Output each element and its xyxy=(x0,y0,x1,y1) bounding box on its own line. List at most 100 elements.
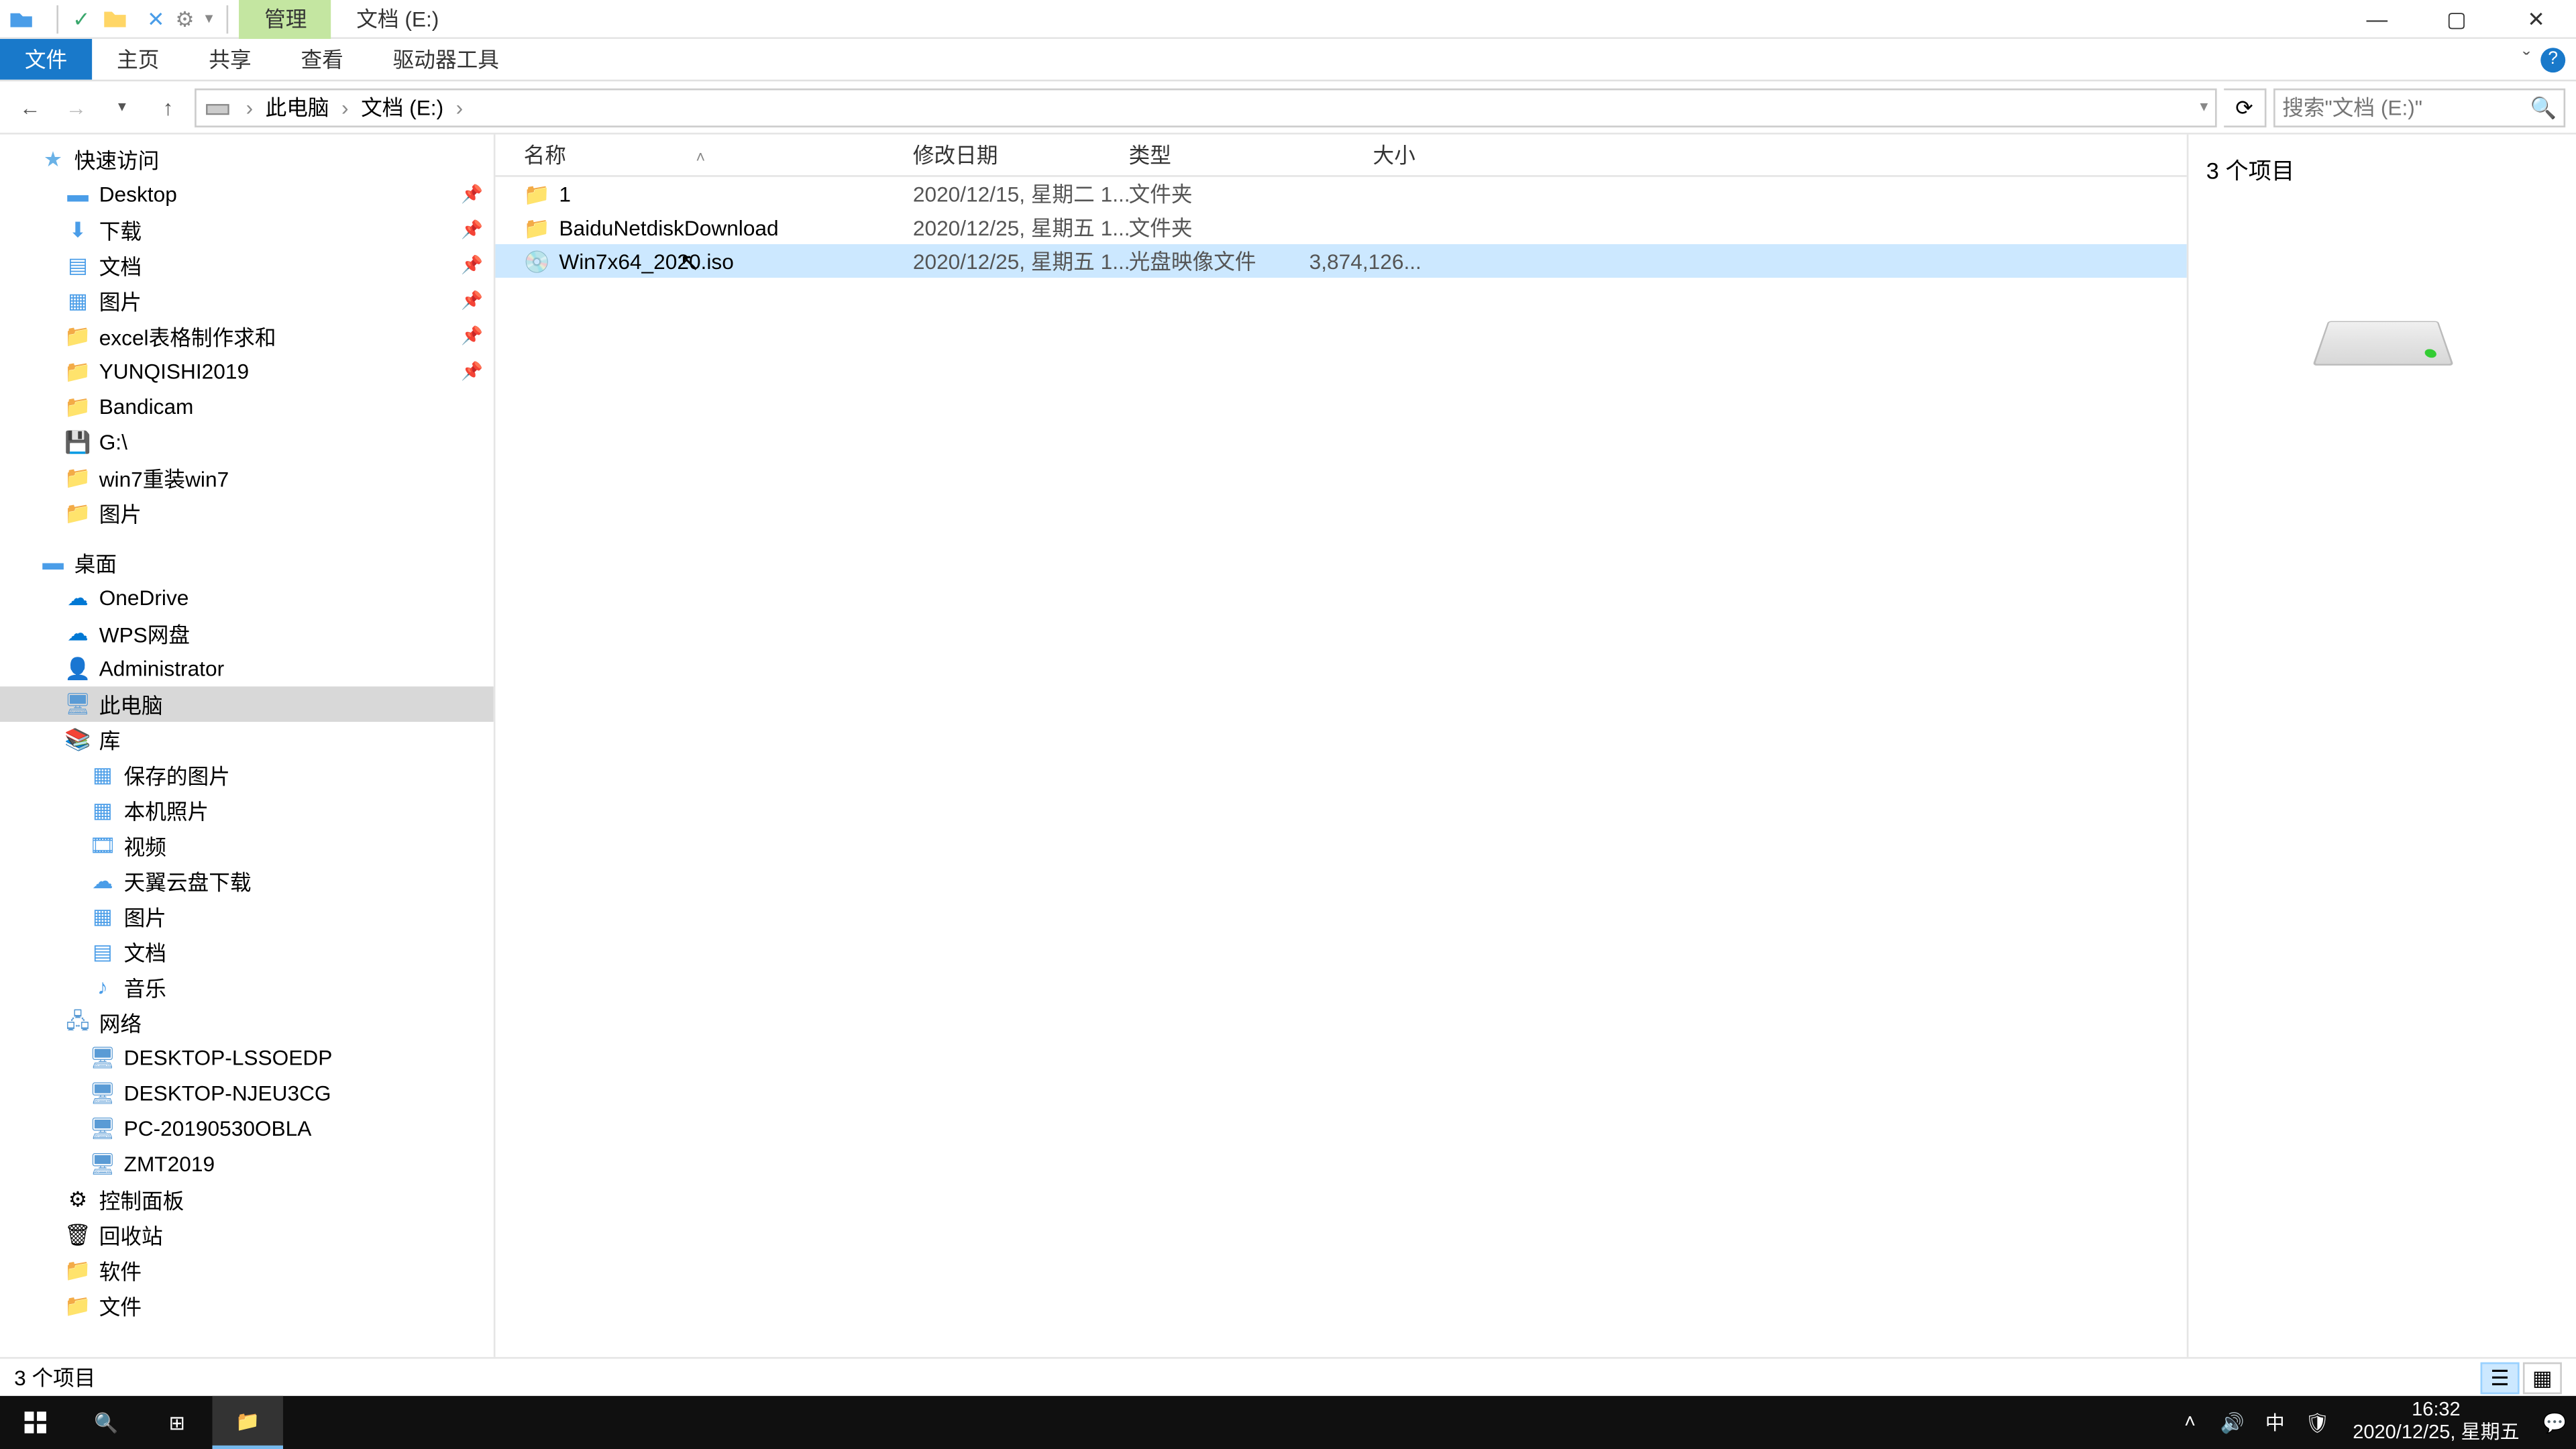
task-view-button[interactable]: ⊞ xyxy=(142,1396,212,1449)
file-rows[interactable]: 📁12020/12/15, 星期二 1...文件夹📁BaiduNetdiskDo… xyxy=(495,177,2186,1357)
nav-desktop2[interactable]: ▬桌面 xyxy=(0,545,494,580)
nav-camera-roll[interactable]: ▦本机照片 xyxy=(0,793,494,828)
picture-icon: ▦ xyxy=(89,761,117,789)
nav-recycle[interactable]: 🗑回收站 xyxy=(0,1218,494,1253)
nav-pictures2[interactable]: 📁图片 xyxy=(0,495,494,531)
nav-excel[interactable]: 📁excel表格制作求和📌 xyxy=(0,319,494,354)
video-icon: 🎞 xyxy=(89,832,117,860)
view-details-button[interactable]: ☰ xyxy=(2481,1361,2520,1393)
nav-files[interactable]: 📁文件 xyxy=(0,1288,494,1324)
nav-thispc[interactable]: 🖥此电脑 xyxy=(0,686,494,722)
nav-tianyi[interactable]: ☁天翼云盘下载 xyxy=(0,863,494,899)
control-panel-icon: ⚙ xyxy=(64,1185,92,1214)
nav-desktop[interactable]: ▬Desktop📌 xyxy=(0,177,494,213)
nav-gdrive[interactable]: 💾G:\ xyxy=(0,425,494,460)
star-icon: ★ xyxy=(39,145,67,173)
file-row[interactable]: 📁BaiduNetdiskDownload2020/12/25, 星期五 1..… xyxy=(495,211,2186,244)
nav-pc2[interactable]: 🖥DESKTOP-NJEU3CG xyxy=(0,1076,494,1112)
nav-win7[interactable]: 📁win7重装win7 xyxy=(0,460,494,496)
crumb-thispc[interactable]: 此电脑 xyxy=(260,89,335,125)
nav-saved-pics[interactable]: ▦保存的图片 xyxy=(0,757,494,793)
help-icon[interactable]: ? xyxy=(2540,47,2565,72)
column-date[interactable]: 修改日期 xyxy=(913,140,1129,170)
up-button[interactable]: ↑ xyxy=(149,88,188,127)
tab-drive-tools[interactable]: 驱动器工具 xyxy=(368,39,524,80)
ime-icon[interactable]: 中 xyxy=(2254,1396,2296,1449)
security-icon[interactable]: 🛡 xyxy=(2296,1396,2339,1449)
address-dropdown-icon[interactable]: ▾ xyxy=(2200,97,2208,117)
minimize-button[interactable]: — xyxy=(2337,0,2417,38)
folder-icon: 📁 xyxy=(524,215,552,239)
chevron-right-icon[interactable]: › xyxy=(338,95,352,119)
nav-network[interactable]: 🖧网络 xyxy=(0,1005,494,1040)
file-type: 文件夹 xyxy=(1129,212,1309,242)
nav-software[interactable]: 📁软件 xyxy=(0,1252,494,1288)
nav-quick-access[interactable]: ★快速访问 xyxy=(0,142,494,177)
nav-libraries[interactable]: 📚库 xyxy=(0,722,494,757)
search-box[interactable]: 🔍 xyxy=(2273,88,2565,127)
nav-pc3[interactable]: 🖥PC-20190530OBLA xyxy=(0,1111,494,1146)
file-row[interactable]: 📁12020/12/15, 星期二 1...文件夹 xyxy=(495,177,2186,211)
ribbon-expand-icon[interactable]: ˇ xyxy=(2523,47,2530,72)
breadcrumb[interactable]: › 此电脑 › 文档 (E:) › ▾ xyxy=(195,88,2217,127)
search-icon[interactable]: 🔍 xyxy=(2530,95,2557,119)
maximize-button[interactable]: ▢ xyxy=(2417,0,2497,38)
explorer-taskbar-button[interactable]: 📁 xyxy=(212,1396,282,1449)
column-type[interactable]: 类型 xyxy=(1129,140,1309,170)
forward-button[interactable]: → xyxy=(56,88,95,127)
search-button[interactable]: 🔍 xyxy=(70,1396,141,1449)
tab-share[interactable]: 共享 xyxy=(184,39,276,80)
nav-videos[interactable]: 🎞视频 xyxy=(0,828,494,863)
nav-admin[interactable]: 👤Administrator xyxy=(0,651,494,687)
refresh-button[interactable]: ⟳ xyxy=(2224,88,2266,127)
qat-checkbox-icon[interactable]: ✓ xyxy=(72,6,91,31)
contextual-tab[interactable]: 管理 xyxy=(239,0,331,38)
nav-bandicam[interactable]: 📁Bandicam xyxy=(0,389,494,425)
nav-lib-music[interactable]: ♪音乐 xyxy=(0,969,494,1005)
nav-lib-pictures[interactable]: ▦图片 xyxy=(0,899,494,934)
tab-file[interactable]: 文件 xyxy=(0,39,92,80)
cloud-icon: ☁ xyxy=(64,584,92,612)
volume-icon[interactable]: 🔊 xyxy=(2211,1396,2253,1449)
nav-lib-documents[interactable]: ▤文档 xyxy=(0,934,494,970)
search-input[interactable] xyxy=(2282,95,2557,119)
column-name[interactable]: 名称 ˄ xyxy=(524,140,913,170)
pin-icon: 📌 xyxy=(461,362,483,381)
start-button[interactable] xyxy=(0,1396,70,1449)
clock[interactable]: 16:32 2020/12/25, 星期五 xyxy=(2339,1399,2534,1446)
column-size[interactable]: 大小 xyxy=(1309,140,1415,170)
tab-home[interactable]: 主页 xyxy=(92,39,184,80)
nav-documents[interactable]: ▤文档📌 xyxy=(0,248,494,283)
back-button[interactable]: ← xyxy=(11,88,50,127)
action-center-icon[interactable]: 💬 xyxy=(2534,1396,2576,1449)
crumb-drive[interactable]: 文档 (E:) xyxy=(356,89,449,125)
clock-date: 2020/12/25, 星期五 xyxy=(2353,1422,2519,1446)
document-icon: ▤ xyxy=(89,938,117,966)
recent-dropdown[interactable]: ▾ xyxy=(103,88,142,127)
nav-onedrive[interactable]: ☁OneDrive xyxy=(0,580,494,616)
nav-pictures[interactable]: ▦图片📌 xyxy=(0,283,494,319)
drive-icon: 💾 xyxy=(64,428,92,456)
folder-icon: 📁 xyxy=(64,499,92,527)
nav-pc1[interactable]: 🖥DESKTOP-LSSOEDP xyxy=(0,1040,494,1076)
nav-wps[interactable]: ☁WPS网盘 xyxy=(0,616,494,651)
chevron-right-icon[interactable]: › xyxy=(452,95,466,119)
view-icons-button[interactable]: ▦ xyxy=(2523,1361,2562,1393)
close-button[interactable]: ✕ xyxy=(2496,0,2576,38)
drive-graphic-icon xyxy=(2312,321,2453,366)
tab-view[interactable]: 查看 xyxy=(276,39,368,80)
column-headers: 名称 ˄ 修改日期 类型 大小 xyxy=(495,134,2186,176)
qat-close-icon[interactable]: ✕ xyxy=(147,6,165,31)
recycle-icon: 🗑 xyxy=(64,1221,92,1249)
chevron-right-icon[interactable]: › xyxy=(242,95,256,119)
nav-downloads[interactable]: ⬇下载📌 xyxy=(0,212,494,248)
file-row[interactable]: 💿Win7x64_2020.iso2020/12/25, 星期五 1...光盘映… xyxy=(495,244,2186,278)
qat-settings-icon[interactable]: ⚙ xyxy=(175,6,194,31)
nav-control-panel[interactable]: ⚙控制面板 xyxy=(0,1182,494,1218)
qat-dropdown-icon[interactable]: ▾ xyxy=(205,9,213,28)
nav-yunqishi[interactable]: 📁YUNQISHI2019📌 xyxy=(0,354,494,389)
nav-pc4[interactable]: 🖥ZMT2019 xyxy=(0,1146,494,1182)
qat-folder-icon[interactable] xyxy=(101,5,129,33)
navigation-pane[interactable]: ★快速访问 ▬Desktop📌 ⬇下载📌 ▤文档📌 ▦图片📌 📁excel表格制… xyxy=(0,134,495,1356)
tray-overflow-icon[interactable]: ˄ xyxy=(2169,1396,2211,1449)
